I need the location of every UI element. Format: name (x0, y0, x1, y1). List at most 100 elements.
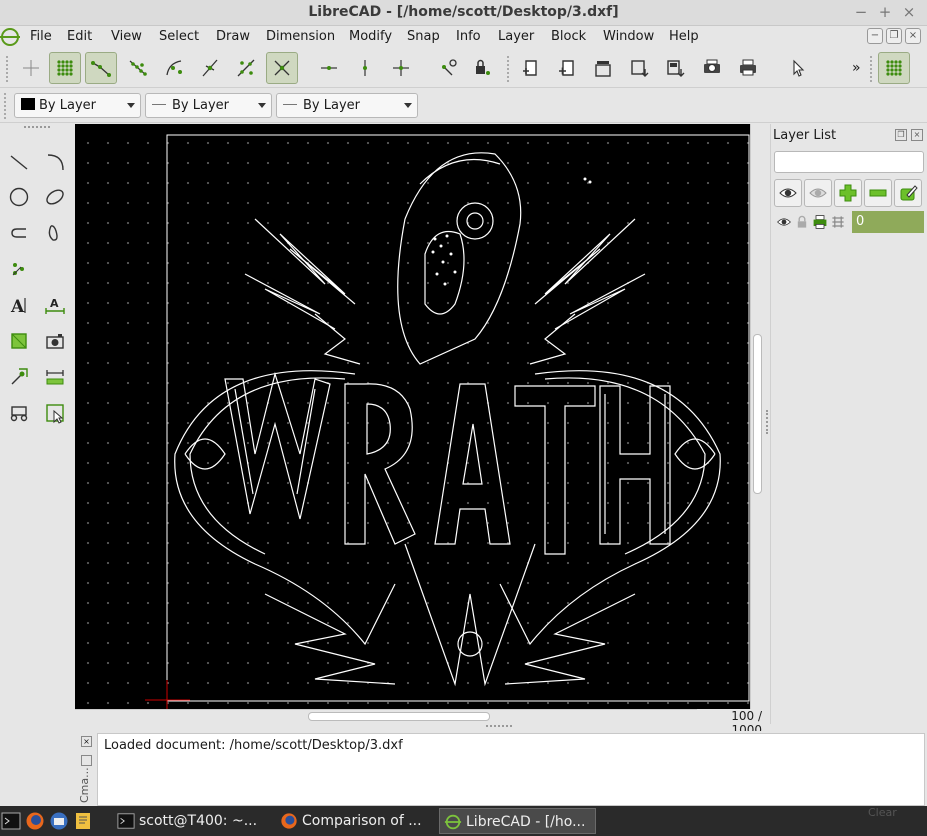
dimension-icon[interactable]: A (40, 290, 70, 320)
color-select[interactable]: By Layer (14, 93, 141, 118)
close-dock-button[interactable]: × (911, 129, 923, 141)
snap-endpoint-icon[interactable] (85, 52, 117, 84)
save-icon[interactable] (623, 52, 655, 84)
restrict-vertical-icon[interactable] (349, 52, 381, 84)
layer-list-dock: Layer List ❐ × 0 (770, 124, 927, 724)
menu-help[interactable]: Help (669, 29, 699, 44)
close-command-dock-button[interactable]: × (81, 736, 92, 747)
mdi-minimize-button[interactable]: − (867, 28, 883, 44)
grid-snap-icon[interactable] (49, 52, 81, 84)
terminal-icon (117, 813, 135, 829)
ellipse-icon[interactable] (40, 182, 70, 212)
toolbar-overflow-button[interactable]: » (852, 60, 861, 76)
open-document-icon[interactable] (587, 52, 619, 84)
linewidth-select[interactable]: By Layer (276, 93, 418, 118)
print-preview-icon[interactable] (696, 52, 728, 84)
layer-filter-input[interactable] (774, 151, 924, 173)
layer-print-icon[interactable] (812, 214, 828, 230)
remove-layer-button[interactable] (864, 179, 892, 207)
mdi-close-button[interactable]: × (905, 28, 921, 44)
point-icon[interactable] (4, 254, 34, 284)
add-layer-button[interactable] (834, 179, 862, 207)
firefox-launcher-icon[interactable] (24, 810, 46, 832)
print-icon[interactable] (732, 52, 764, 84)
menu-edit[interactable]: Edit (67, 29, 92, 44)
show-all-layers-button[interactable] (774, 179, 802, 207)
menu-layer[interactable]: Layer (498, 29, 534, 44)
snap-on-entity-icon[interactable] (122, 52, 154, 84)
new-from-template-icon[interactable] (551, 52, 583, 84)
snap-distance-icon[interactable] (230, 52, 262, 84)
toolbar-grip[interactable] (4, 93, 8, 119)
maximize-button[interactable]: + (876, 3, 894, 21)
vertical-scrollbar[interactable] (750, 124, 764, 709)
terminal-launcher-icon[interactable] (0, 810, 22, 832)
dock-splitter-horizontal[interactable] (486, 725, 512, 727)
toolbar-grip[interactable] (6, 56, 10, 82)
layer-name[interactable]: 0 (852, 211, 924, 233)
select-pointer-icon[interactable] (781, 52, 813, 84)
line-icon[interactable] (4, 147, 34, 177)
modify-icon[interactable] (4, 362, 34, 392)
spline-icon[interactable] (40, 218, 70, 248)
task-terminal[interactable]: scott@T400: ~... (113, 808, 268, 834)
restrict-orthogonal-icon[interactable] (385, 52, 417, 84)
drawing-canvas[interactable] (75, 124, 750, 709)
arc-icon[interactable] (40, 147, 70, 177)
dock-splitter-vertical[interactable] (766, 410, 768, 434)
relative-zero-icon[interactable] (432, 52, 464, 84)
layer-construction-icon[interactable] (830, 214, 846, 230)
task-librecad[interactable]: LibreCAD - [/ho... (439, 808, 596, 834)
linetype-select[interactable]: By Layer (145, 93, 272, 118)
menu-select[interactable]: Select (159, 29, 199, 44)
layer-visibility-eye-icon[interactable] (776, 214, 792, 230)
restrict-horizontal-icon[interactable] (313, 52, 345, 84)
thunderbird-launcher-icon[interactable] (48, 810, 70, 832)
crosshair-icon[interactable] (15, 52, 47, 84)
toolbar-grip[interactable] (507, 56, 511, 82)
snap-middle-icon[interactable] (194, 52, 226, 84)
task-firefox[interactable]: Comparison of ... (276, 808, 433, 834)
menu-draw[interactable]: Draw (216, 29, 250, 44)
polyline-icon[interactable] (4, 218, 34, 248)
new-document-icon[interactable] (515, 52, 547, 84)
select-icon[interactable] (40, 398, 70, 428)
vertical-scroll-thumb[interactable] (753, 334, 762, 494)
mdi-restore-button[interactable]: ❐ (886, 28, 902, 44)
lock-relative-zero-icon[interactable] (466, 52, 498, 84)
horizontal-scroll-thumb[interactable] (308, 712, 490, 721)
edit-layer-button[interactable] (894, 179, 922, 207)
menu-snap[interactable]: Snap (407, 29, 440, 44)
horizontal-scrollbar[interactable] (75, 709, 697, 723)
menu-view[interactable]: View (111, 29, 142, 44)
hatch-icon[interactable] (4, 326, 34, 356)
layer-row[interactable]: 0 (774, 211, 924, 233)
panel-grip[interactable] (24, 126, 50, 128)
menu-dimension[interactable]: Dimension (266, 29, 335, 44)
float-dock-button[interactable]: ❐ (895, 129, 907, 141)
save-as-icon[interactable] (659, 52, 691, 84)
measure-icon[interactable] (40, 362, 70, 392)
image-icon[interactable] (40, 326, 70, 356)
menu-info[interactable]: Info (456, 29, 481, 44)
linetype-sample-icon (152, 104, 166, 105)
toolbar-grip[interactable] (870, 56, 874, 82)
menu-block[interactable]: Block (551, 29, 586, 44)
snap-intersection-icon[interactable] (266, 52, 298, 84)
menu-window[interactable]: Window (603, 29, 654, 44)
minimize-button[interactable]: − (852, 3, 870, 21)
grid-toggle-icon[interactable] (878, 52, 910, 84)
snap-center-icon[interactable] (158, 52, 190, 84)
block-icon[interactable] (4, 398, 34, 428)
layer-lock-icon[interactable] (794, 214, 810, 230)
menu-modify[interactable]: Modify (349, 29, 392, 44)
text-icon[interactable]: A (4, 290, 34, 320)
circle-icon[interactable] (4, 182, 34, 212)
menu-file[interactable]: File (30, 29, 52, 44)
hide-all-layers-button[interactable] (804, 179, 832, 207)
linetype-select-value: By Layer (172, 98, 229, 113)
close-button[interactable]: × (900, 3, 918, 21)
float-command-dock-button[interactable] (81, 755, 92, 766)
text-editor-launcher-icon[interactable] (72, 810, 94, 832)
minus-icon (869, 189, 887, 197)
